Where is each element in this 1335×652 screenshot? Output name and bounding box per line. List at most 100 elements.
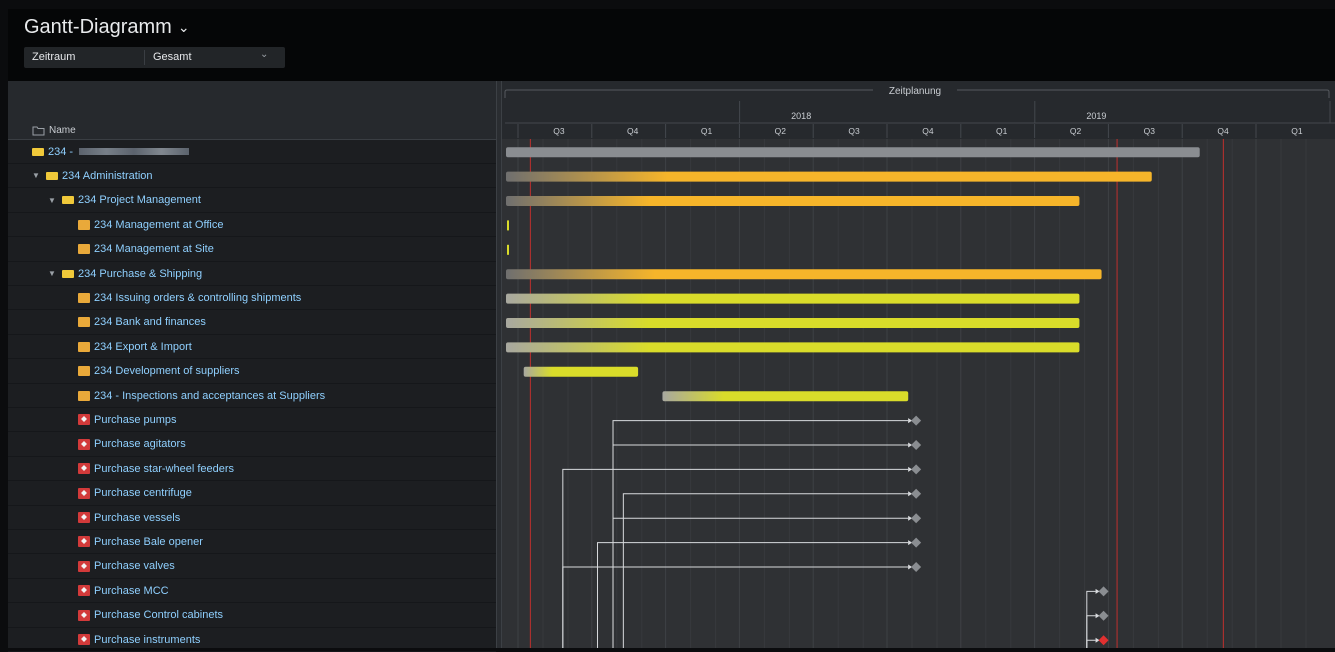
quarter-label: Q2 (1070, 126, 1082, 136)
timeline-group-label: Zeitplanung (889, 86, 941, 97)
gantt-bar (506, 196, 1080, 206)
tree-row[interactable]: Purchase centrifuge (8, 482, 496, 506)
name-column-label: Name (49, 125, 76, 136)
quarter-label: Q3 (848, 126, 860, 136)
redacted-text (79, 148, 190, 155)
tree-row[interactable]: Purchase MCC (8, 579, 496, 604)
milestone-icon (78, 414, 90, 426)
folder-open-icon (32, 126, 45, 135)
year-label: 2018 (791, 111, 811, 121)
tree-row-label: Purchase valves (94, 560, 175, 573)
gantt-bar (523, 366, 639, 377)
gantt-bar (506, 318, 1080, 328)
tree-row[interactable]: ▼ 234 Project Management (8, 189, 496, 213)
tree-row-label: 234 Purchase & Shipping (78, 267, 203, 280)
tree-row[interactable]: Purchase agitators (8, 433, 496, 457)
grid-background (502, 139, 1335, 648)
tree-row-label: Purchase Control cabinets (94, 609, 224, 622)
name-column-header[interactable]: Name (32, 125, 76, 136)
quarter-label: Q4 (627, 126, 639, 136)
tree-row-label: 234 - Inspections and acceptances at Sup… (94, 389, 326, 402)
tree-row[interactable]: Purchase Bale opener (8, 530, 496, 555)
tree-row[interactable]: Purchase vessels (8, 506, 496, 530)
chevron-down-icon[interactable]: ⌄ (260, 49, 268, 60)
task-icon (78, 292, 90, 303)
quarter-label: Q3 (553, 126, 565, 136)
page-title[interactable]: Gantt-Diagramm ⌄ (24, 16, 190, 39)
milestone-icon (78, 560, 90, 572)
gantt-bar (506, 293, 1080, 304)
tree-row-label: Purchase Bale opener (94, 535, 203, 548)
tree-row-label: Purchase instruments (94, 633, 201, 646)
expand-toggle-icon[interactable]: ▼ (32, 171, 42, 180)
task-icon (78, 219, 90, 230)
period-filter-label: Zeitraum (32, 51, 76, 63)
tree-row[interactable]: Purchase star-wheel feeders (8, 457, 496, 482)
tree-row-label: Purchase agitators (94, 438, 186, 451)
tree-row[interactable]: Purchase instruments (8, 628, 496, 652)
tree-row-label: 234 Bank and finances (94, 316, 206, 329)
gantt-chart: Zeitplanung 2018 2019 Q3 Q4 Q1 Q2 Q3 Q4 Q1 Q2 Q3 Q4 Q… (502, 81, 1335, 648)
tree-row-label: 234 Project Management (78, 194, 201, 207)
gantt-bar (506, 269, 1102, 280)
milestone-icon (78, 536, 90, 548)
tree-row[interactable]: Purchase pumps (8, 408, 496, 433)
tree-row[interactable]: Purchase valves (8, 555, 496, 579)
gantt-bar (507, 220, 509, 231)
period-filter-value[interactable]: Gesamt (153, 51, 192, 63)
task-tree: Name 234 - ▼ 234 Administration ▼ 234 Projec… (8, 81, 496, 652)
tree-row-label: Purchase star-wheel feeders (94, 462, 235, 475)
milestone-icon (78, 463, 90, 475)
toolbar (8, 9, 1335, 81)
tree-row[interactable]: 234 Issuing orders & controlling shipmen… (8, 286, 496, 311)
tree-row[interactable]: 234 Export & Import (8, 335, 496, 360)
tree-row[interactable]: ▼ 234 Purchase & Shipping (8, 262, 496, 286)
tree-row-label: Purchase MCC (94, 584, 169, 597)
milestone-icon (78, 512, 90, 523)
gantt-bar (506, 342, 1080, 353)
quarter-label: Q4 (922, 126, 934, 136)
expand-toggle-icon[interactable]: ▼ (48, 196, 58, 205)
folder-icon (46, 171, 58, 180)
tree-row[interactable]: 234 - (8, 140, 496, 164)
folder-icon (62, 196, 74, 205)
gantt-canvas: Zeitplanung 2018 2019 Q3 Q4 Q1 Q2 Q3 Q4 Q1 Q2 Q3 Q4 Q… (502, 84, 1335, 648)
quarter-label: Q1 (996, 126, 1008, 136)
milestone-icon (78, 585, 90, 597)
tree-row[interactable]: 234 Management at Office (8, 213, 496, 238)
task-icon (78, 317, 90, 328)
year-label: 2019 (1086, 111, 1106, 121)
task-icon (78, 390, 90, 401)
gantt-bar (507, 244, 509, 255)
tree-row[interactable]: 234 Management at Site (8, 238, 496, 262)
task-icon (78, 341, 90, 352)
quarter-label: Q1 (1291, 126, 1303, 136)
filter-separator (144, 50, 145, 65)
quarter-label: Q1 (701, 126, 713, 136)
gantt-bar (506, 171, 1152, 182)
tree-row-label: Purchase pumps (94, 413, 177, 426)
gantt-bar (506, 147, 1200, 158)
tree-row[interactable]: 234 Bank and finances (8, 311, 496, 335)
tree-row-label: 234 Administration (62, 169, 153, 182)
tree-row[interactable]: Purchase Control cabinets (8, 604, 496, 628)
period-filter[interactable]: Zeitraum Gesamt ⌄ (24, 47, 285, 68)
tree-row-label: 234 Management at Office (94, 218, 224, 231)
expand-toggle-icon[interactable]: ▼ (48, 269, 58, 278)
milestone-icon (78, 487, 90, 499)
chevron-down-icon[interactable]: ⌄ (178, 19, 190, 36)
quarter-label: Q4 (1217, 126, 1229, 136)
milestone-icon (78, 634, 90, 645)
tree-row-label: Purchase centrifuge (94, 487, 192, 500)
page-title-text: Gantt-Diagramm (24, 16, 172, 38)
gantt-bar (662, 391, 909, 402)
tree-row-label: Purchase vessels (94, 511, 181, 524)
tree-row-label: 234 Management at Site (94, 243, 214, 256)
tree-row-label: 234 Issuing orders & controlling shipmen… (94, 291, 302, 304)
folder-icon (62, 269, 74, 278)
tree-row[interactable]: ▼ 234 Administration (8, 164, 496, 189)
milestone-icon (78, 609, 90, 621)
quarter-label: Q3 (1144, 126, 1156, 136)
tree-row[interactable]: 234 - Inspections and acceptances at Sup… (8, 384, 496, 408)
tree-row[interactable]: 234 Development of suppliers (8, 360, 496, 384)
